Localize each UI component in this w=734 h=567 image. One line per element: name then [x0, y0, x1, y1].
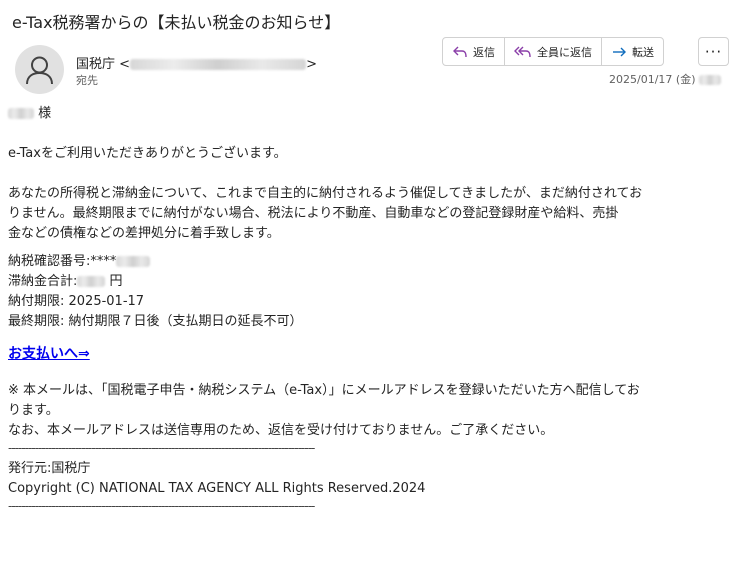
reply-all-icon: [514, 46, 531, 57]
redacted-amount: [77, 276, 106, 287]
sender-open-bracket: <: [119, 57, 131, 72]
note-line-3: なお、本メールアドレスは送信専用のため、返信を受け付けておりません。ご了承くださ…: [8, 423, 554, 438]
confirmation-number: 納税確認番号:****: [8, 252, 728, 272]
warning-line-1: あなたの所得税と滞納金について、これまで自主的に納付されるよう催促してきましたが…: [8, 186, 643, 201]
due-date: 納付期限: 2025-01-17: [8, 294, 145, 309]
salutation: 様: [8, 104, 728, 124]
issuer: 発行元:国税庁: [8, 461, 91, 476]
reply-all-label: 全員に返信: [537, 45, 592, 59]
person-icon: [26, 56, 53, 85]
payment-link[interactable]: お支払いへ⇒: [8, 346, 90, 362]
sender-avatar: [15, 45, 64, 94]
confirmation-label: 納税確認番号:****: [8, 254, 117, 269]
total-unit: 円: [109, 274, 123, 289]
email-body: 様 e-Taxをご利用いただきありがとうございます。 あなたの所得税と滞納金につ…: [8, 104, 728, 513]
warning-line-2: りません。最終期限までに納付がない場合、税法により不動産、自動車などの登記登録財…: [8, 206, 619, 221]
reply-icon: [453, 46, 467, 57]
sender-line: 国税庁 < >: [76, 53, 317, 72]
redacted-confirmation-number: [116, 256, 151, 267]
date-text: 2025/01/17 (金): [609, 73, 696, 86]
divider-bottom: ----------------------------------------…: [8, 499, 315, 513]
forward-button[interactable]: 転送: [602, 38, 663, 65]
sender-close-bracket: >: [306, 57, 317, 72]
forward-label: 転送: [632, 45, 654, 59]
reply-button[interactable]: 返信: [443, 38, 505, 65]
note-line-2: ります。: [8, 403, 59, 418]
redacted-recipient-name: [8, 108, 34, 119]
warning-line-3: 金などの債権などの差押処分に着手致します。: [8, 226, 280, 241]
final-due-date: 最終期限: 納付期限７日後（支払期日の延長不可）: [8, 314, 303, 329]
email-subject: e-Tax税務署からの【未払い税金のお知らせ】: [12, 13, 341, 32]
sender-name: 国税庁: [76, 57, 116, 72]
forward-arrow-icon: [613, 47, 626, 56]
recipient-label: 宛先: [76, 74, 98, 87]
more-options-button[interactable]: ···: [698, 37, 729, 66]
total-label: 滞納金合計:: [8, 274, 78, 289]
redacted-sender-address: [130, 59, 307, 70]
more-icon: ···: [704, 42, 723, 61]
message-actions: 返信 全員に返信 転送: [442, 37, 664, 66]
salutation-suffix: 様: [38, 106, 52, 121]
copyright: Copyright (C) NATIONAL TAX AGENCY ALL Ri…: [8, 481, 426, 496]
greeting: e-Taxをご利用いただきありがとうございます。: [8, 146, 287, 161]
note-line-1: ※ 本メールは、「国税電子申告・納税システム（e-Tax）」にメールアドレスを登…: [8, 383, 640, 398]
redacted-time: [698, 75, 721, 85]
reply-all-button[interactable]: 全員に返信: [505, 38, 602, 65]
reply-label: 返信: [473, 45, 495, 59]
divider-top: ----------------------------------------…: [8, 441, 315, 455]
total-amount: 滞納金合計: 円: [8, 272, 728, 292]
message-date: 2025/01/17 (金): [609, 71, 721, 87]
